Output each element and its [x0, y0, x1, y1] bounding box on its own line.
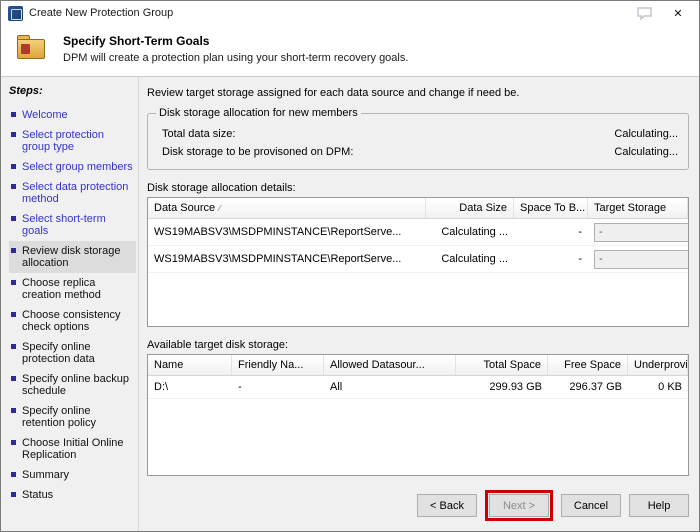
step-bullet-icon — [11, 344, 16, 349]
sidebar-item-data-protection-method[interactable]: Select data protection method — [9, 177, 136, 209]
column-header-friendly-name[interactable]: Friendly Na... — [232, 355, 324, 375]
create-protection-group-dialog: Create New Protection Group ✕ Specify Sh… — [0, 0, 700, 532]
main-panel: Review target storage assigned for each … — [139, 77, 699, 531]
column-header-allowed-datasources[interactable]: Allowed Datasour... — [324, 355, 456, 375]
provisioned-storage-value: Calculating... — [614, 146, 678, 158]
sort-icon: ∕ — [219, 203, 221, 213]
step-bullet-icon — [11, 440, 16, 445]
sidebar-item-consistency-check-options: Choose consistency check options — [9, 305, 136, 337]
step-bullet-icon — [11, 408, 16, 413]
step-bullet-icon — [11, 376, 16, 381]
space-cell: - — [578, 226, 582, 238]
sidebar-item-review-disk-storage: Review disk storage allocation — [9, 241, 136, 273]
steps-title: Steps: — [9, 85, 43, 97]
window-title: Create New Protection Group — [29, 7, 174, 19]
dpm-app-icon — [8, 5, 23, 21]
wizard-header: Specify Short-Term Goals DPM will create… — [1, 25, 699, 77]
cancel-button[interactable]: Cancel — [561, 494, 621, 517]
column-header-total-space[interactable]: Total Space — [456, 355, 548, 375]
data-source-cell: WS19MABSV3\MSDPMINSTANCE\ReportServe... — [154, 226, 402, 238]
storage-section-label: Available target disk storage: — [147, 339, 289, 351]
sidebar-item-online-backup-schedule: Specify online backup schedule — [9, 369, 136, 401]
target-storage-cell: - ▾ — [588, 221, 688, 244]
volume-name-cell: D:\ — [154, 381, 169, 393]
step-bullet-icon — [11, 132, 16, 137]
space-cell: - — [578, 253, 582, 265]
table-row[interactable]: D:\ - All 299.93 GB 296.37 GB 0 KB — [148, 376, 688, 399]
close-button[interactable]: ✕ — [661, 1, 695, 25]
titlebar: Create New Protection Group ✕ — [1, 1, 699, 25]
table-row[interactable]: WS19MABSV3\MSDPMINSTANCE\ReportServe... … — [148, 246, 688, 273]
page-title: Specify Short-Term Goals — [63, 34, 210, 48]
details-table-header: Data Source ∕ Data Size Space To B... Tar… — [148, 198, 688, 219]
page-subtitle: DPM will create a protection plan using … — [63, 52, 409, 64]
step-bullet-icon — [11, 492, 16, 497]
target-storage-dropdown[interactable]: - ▾ — [594, 249, 688, 269]
help-button[interactable]: Help — [629, 494, 689, 517]
content: Steps: Welcome Select protection group t… — [1, 77, 699, 531]
header-text: Specify Short-Term Goals DPM will create… — [63, 32, 408, 64]
back-button[interactable]: < Back — [417, 494, 477, 517]
sidebar-item-short-term-goals[interactable]: Select short-term goals — [9, 209, 136, 241]
details-section-label: Disk storage allocation details: — [147, 182, 296, 194]
intro-text: Review target storage assigned for each … — [147, 87, 520, 99]
column-header-name[interactable]: Name — [148, 355, 232, 375]
sidebar-item-initial-online-replication: Choose Initial Online Replication — [9, 433, 136, 465]
sidebar-item-group-members[interactable]: Select group members — [9, 157, 136, 177]
step-bullet-icon — [11, 248, 16, 253]
provisioned-storage-label: Disk storage to be provisoned on DPM: — [162, 146, 354, 158]
data-size-cell: Calculating ... — [441, 226, 508, 238]
protection-group-folder-icon — [17, 35, 47, 61]
close-icon: ✕ — [673, 7, 683, 20]
data-size-cell: Calculating ... — [441, 253, 508, 265]
footer-buttons: < Back Next > Cancel Help — [147, 484, 689, 523]
feedback-icon[interactable] — [627, 1, 661, 25]
step-bullet-icon — [11, 472, 16, 477]
disk-allocation-groupbox: Disk storage allocation for new members … — [147, 107, 689, 170]
step-bullet-icon — [11, 112, 16, 117]
column-header-target-storage[interactable]: Target Storage — [588, 198, 688, 218]
total-space-cell: 299.93 GB — [489, 381, 542, 393]
provisioned-storage-row: Disk storage to be provisoned on DPM: Ca… — [156, 143, 680, 161]
step-bullet-icon — [11, 164, 16, 169]
sidebar-item-online-protection-data: Specify online protection data — [9, 337, 136, 369]
column-header-data-source[interactable]: Data Source ∕ — [148, 198, 426, 218]
column-header-data-size[interactable]: Data Size — [426, 198, 514, 218]
sidebar-item-online-retention-policy: Specify online retention policy — [9, 401, 136, 433]
sidebar-item-replica-creation-method: Choose replica creation method — [9, 273, 136, 305]
sidebar-item-summary: Summary — [9, 465, 136, 485]
storage-table-header: Name Friendly Na... Allowed Datasour... … — [148, 355, 688, 376]
total-data-size-row: Total data size: Calculating... — [156, 125, 680, 143]
steps-sidebar: Steps: Welcome Select protection group t… — [1, 77, 139, 531]
step-bullet-icon — [11, 216, 16, 221]
total-data-size-label: Total data size: — [162, 128, 236, 140]
target-storage-dropdown[interactable]: - ▾ — [594, 222, 688, 242]
table-row[interactable]: WS19MABSV3\MSDPMINSTANCE\ReportServe... … — [148, 219, 688, 246]
next-button[interactable]: Next > — [489, 494, 549, 517]
step-bullet-icon — [11, 312, 16, 317]
sidebar-item-protection-group-type[interactable]: Select protection group type — [9, 125, 136, 157]
disk-allocation-details-table: Data Source ∕ Data Size Space To B... Tar… — [147, 197, 689, 327]
column-header-underprovisioned[interactable]: Underprovi... — [628, 355, 688, 375]
underprovisioned-cell: 0 KB — [658, 381, 682, 393]
free-space-cell: 296.37 GB — [569, 381, 622, 393]
friendly-name-cell: - — [238, 381, 242, 393]
red-annotation-box: Next > — [485, 490, 553, 521]
available-storage-table: Name Friendly Na... Allowed Datasour... … — [147, 354, 689, 476]
sidebar-item-welcome[interactable]: Welcome — [9, 105, 136, 125]
total-data-size-value: Calculating... — [614, 128, 678, 140]
target-storage-cell: - ▾ — [588, 248, 688, 271]
step-bullet-icon — [11, 184, 16, 189]
column-header-free-space[interactable]: Free Space — [548, 355, 628, 375]
sidebar-item-status: Status — [9, 485, 136, 505]
step-bullet-icon — [11, 280, 16, 285]
groupbox-legend: Disk storage allocation for new members — [159, 107, 358, 119]
data-source-cell: WS19MABSV3\MSDPMINSTANCE\ReportServe... — [154, 253, 402, 265]
allowed-datasources-cell: All — [330, 381, 343, 393]
column-header-space-to-be[interactable]: Space To B... — [514, 198, 588, 218]
